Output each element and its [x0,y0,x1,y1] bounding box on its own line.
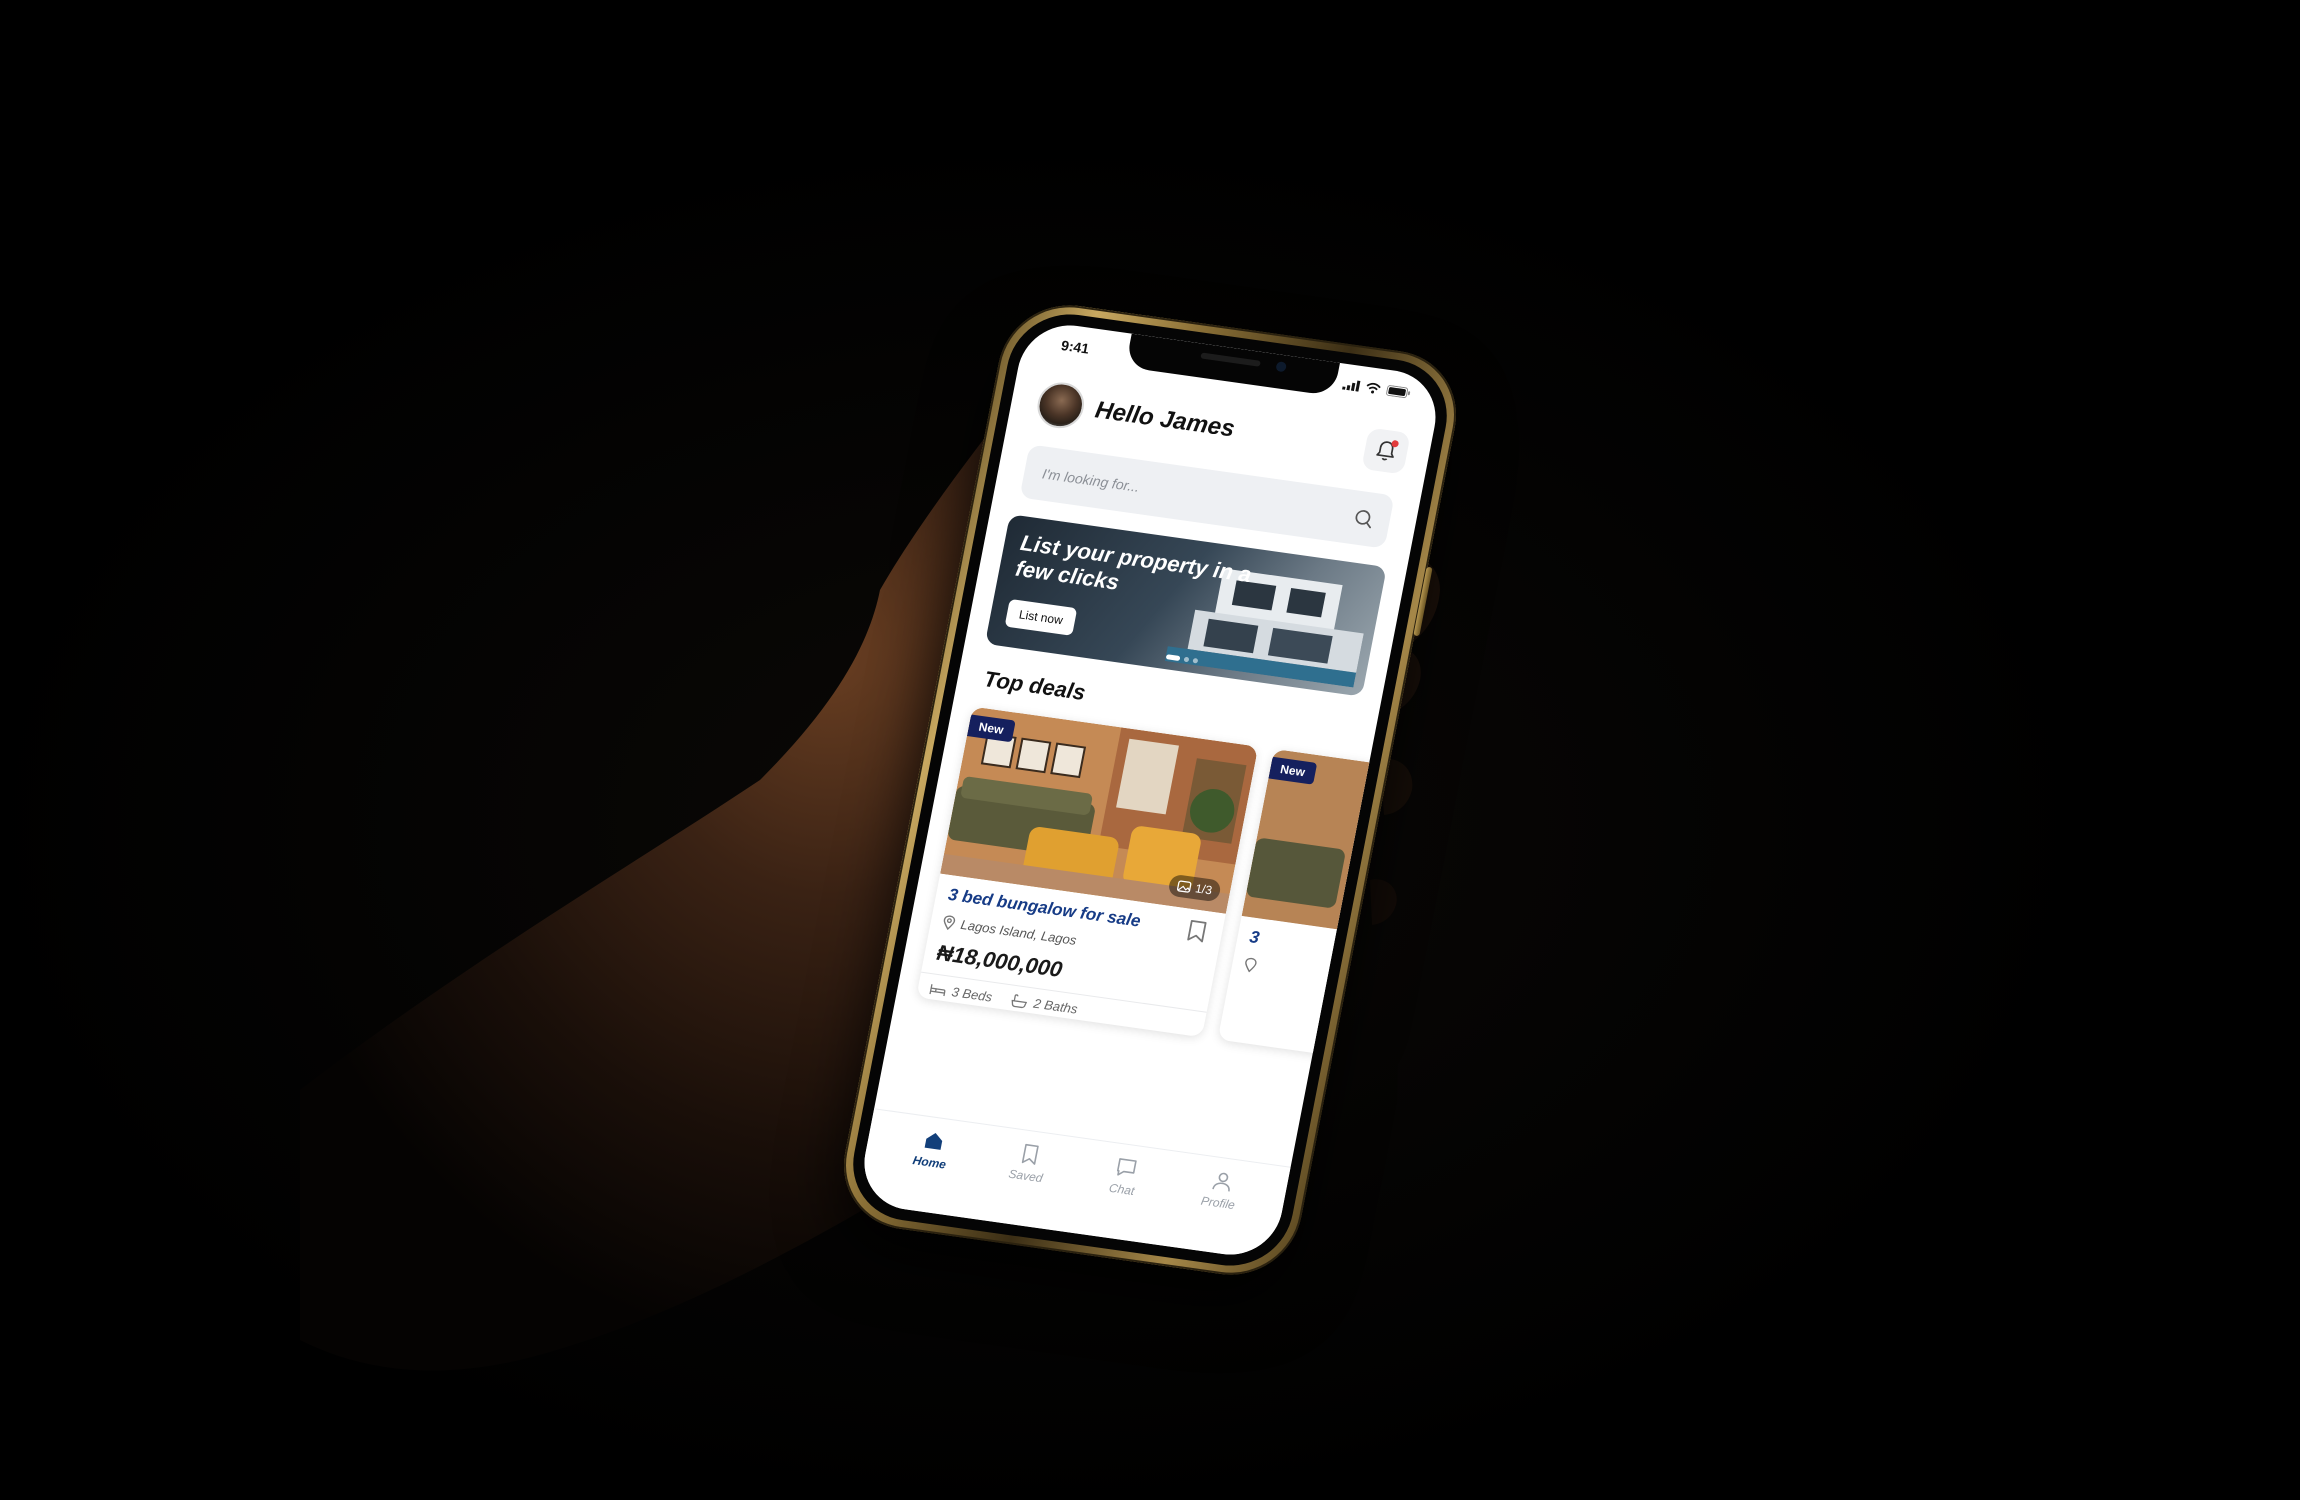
property-location [1243,957,1258,973]
status-icons [1341,379,1412,399]
nav-item-saved[interactable]: Saved [981,1139,1066,1230]
beds-text: 3 Beds [950,984,994,1005]
carousel-dot[interactable] [1183,656,1190,663]
nav-item-chat[interactable]: Chat [1078,1152,1163,1243]
baths-text: 2 Baths [1032,995,1079,1017]
front-camera [1275,361,1288,373]
location-pin-icon [1245,957,1257,973]
nav-label-home: Home [911,1153,948,1172]
status-time: 9:41 [1059,337,1091,357]
nav-item-profile[interactable]: Profile [1174,1166,1259,1257]
bookmark-icon[interactable] [1184,918,1210,945]
property-image[interactable]: New 1/3 [940,706,1259,914]
wifi-icon [1366,382,1381,394]
banner-title: List your property in a few clicks [1013,530,1254,595]
list-now-button[interactable]: List now [1004,598,1078,636]
speaker-grille [1200,352,1261,367]
search-icon[interactable] [1352,507,1376,529]
location-text: Lagos Island, Lagos [959,916,1078,948]
bathtub-icon [1012,993,1028,1008]
property-title[interactable]: 3 [1248,927,1261,948]
section-title-top-deals: Top deals [981,666,1088,705]
carousel-dot[interactable] [1192,657,1199,664]
scene: 9:41 Hello James I'm looking for... List… [0,0,2300,1500]
image-counter-text: 1/3 [1194,881,1214,898]
notification-dot [1390,439,1400,448]
avatar[interactable] [1033,379,1088,432]
bed-icon [929,983,946,996]
search-input[interactable] [1038,464,1356,526]
chat-icon [1116,1158,1137,1176]
image-icon [1177,880,1192,893]
nav-label-saved: Saved [1007,1166,1044,1186]
beds-feature: 3 Beds [929,981,994,1005]
notifications-button[interactable] [1361,427,1411,475]
nav-item-home[interactable]: Home [885,1125,970,1216]
battery-icon [1386,385,1411,399]
signal-icon [1341,380,1361,392]
home-icon [924,1132,942,1150]
property-features: 3 Beds 2 Baths [929,981,1079,1017]
nav-label-chat: Chat [1107,1180,1136,1199]
baths-feature: 2 Baths [1010,993,1079,1017]
promo-banner[interactable]: List your property in a few clicks List … [984,514,1387,697]
property-card[interactable]: New 1/3 3 bed bungalow for sale Lagos Is… [916,706,1259,1038]
nav-label-profile: Profile [1199,1193,1237,1213]
bookmark-icon [1021,1143,1039,1165]
greeting-text: Hello James [1092,396,1238,443]
profile-icon [1211,1172,1230,1192]
location-pin-icon [943,915,956,931]
